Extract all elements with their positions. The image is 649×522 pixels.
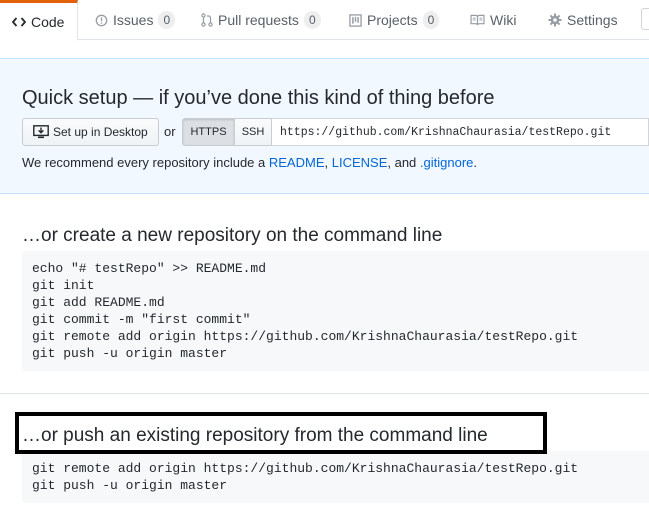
setup-desktop-label: Set up in Desktop: [53, 125, 148, 139]
new-repo-title: …or create a new repository on the comma…: [22, 225, 443, 246]
comma-text: ,: [324, 155, 332, 170]
tab-label: Settings: [567, 12, 618, 28]
recommend-prefix: We recommend every repository include a: [22, 155, 269, 170]
pull-requests-counter: 0: [303, 11, 321, 29]
ssh-button[interactable]: SSH: [235, 118, 272, 146]
tab-code[interactable]: Code: [0, 0, 78, 41]
quick-setup-panel: Quick setup — if you’ve done this kind o…: [0, 58, 649, 194]
tab-issues[interactable]: Issues 0: [95, 0, 176, 40]
license-link[interactable]: LICENSE: [332, 155, 388, 170]
issue-icon: [95, 14, 108, 27]
existing-repo-title: …or push an existing repository from the…: [22, 425, 488, 446]
or-label: or: [164, 124, 176, 139]
tab-label: Projects: [367, 12, 418, 28]
new-repo-code: echo "# testRepo" >> README.md git init …: [22, 251, 649, 371]
truncated-tab: [641, 8, 649, 30]
tab-label: Wiki: [490, 12, 517, 28]
issues-counter: 0: [158, 11, 176, 29]
code-icon: [12, 16, 26, 28]
tab-settings[interactable]: Settings: [548, 0, 618, 40]
and-text: , and: [387, 155, 420, 170]
tab-label: Pull requests: [218, 12, 299, 28]
https-button[interactable]: HTTPS: [182, 118, 235, 146]
tab-projects[interactable]: Projects 0: [349, 0, 440, 40]
clone-url-input[interactable]: [272, 118, 649, 146]
existing-repo-code: git remote add origin https://github.com…: [22, 451, 649, 503]
tab-wiki[interactable]: Wiki: [470, 0, 516, 40]
setup-desktop-button[interactable]: Set up in Desktop: [22, 118, 159, 146]
pull-request-icon: [201, 13, 213, 27]
desktop-download-icon: [33, 125, 49, 139]
project-icon: [349, 13, 362, 27]
tab-label: Issues: [113, 12, 154, 28]
period-text: .: [473, 155, 478, 170]
book-icon: [470, 14, 485, 26]
recommend-text: We recommend every repository include a …: [22, 155, 477, 170]
clone-url-group: HTTPS SSH: [182, 118, 649, 146]
projects-counter: 0: [422, 11, 440, 29]
tab-label: Code: [31, 13, 65, 30]
tab-pull-requests[interactable]: Pull requests 0: [201, 0, 321, 40]
gear-icon: [548, 13, 562, 27]
repo-tabnav: Code Issues 0 Pull requests 0 Projects 0…: [0, 0, 649, 41]
readme-link[interactable]: README: [269, 155, 325, 170]
section-divider: [0, 393, 649, 394]
quick-setup-title: Quick setup — if you’ve done this kind o…: [22, 87, 495, 109]
gitignore-link[interactable]: .gitignore: [420, 155, 473, 170]
